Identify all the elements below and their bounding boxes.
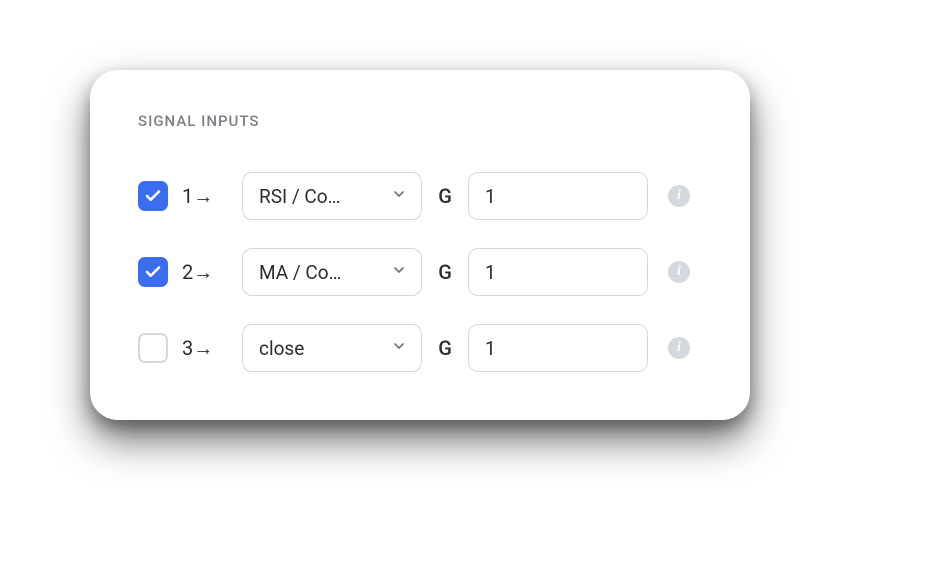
enable-checkbox[interactable] [138,333,168,363]
select-value: close [259,337,304,360]
group-label: G [436,260,454,284]
row-index-label: 3→ [182,336,228,361]
chevron-down-icon [391,262,407,282]
group-input[interactable] [468,324,648,372]
chevron-down-icon [391,186,407,206]
group-label: G [436,184,454,208]
select-value: RSI / Co… [259,185,340,208]
info-icon[interactable]: i [668,337,690,359]
check-icon [144,263,162,281]
signal-row: 2→ MA / Co… G i [138,248,702,296]
signal-row: 3→ close G i [138,324,702,372]
row-index-label: 2→ [182,260,228,285]
signal-source-select[interactable]: RSI / Co… [242,172,422,220]
signal-source-select[interactable]: close [242,324,422,372]
select-value: MA / Co… [259,261,341,284]
group-input[interactable] [468,172,648,220]
enable-checkbox[interactable] [138,257,168,287]
chevron-down-icon [391,338,407,358]
group-label: G [436,336,454,360]
check-icon [144,187,162,205]
info-icon[interactable]: i [668,185,690,207]
signal-source-select[interactable]: MA / Co… [242,248,422,296]
group-input[interactable] [468,248,648,296]
enable-checkbox[interactable] [138,181,168,211]
info-icon[interactable]: i [668,261,690,283]
signal-row: 1→ RSI / Co… G i [138,172,702,220]
section-title: SIGNAL INPUTS [138,112,702,130]
row-index-label: 1→ [182,184,228,209]
signal-inputs-card: SIGNAL INPUTS 1→ RSI / Co… G i 2→ MA / C… [90,70,750,420]
